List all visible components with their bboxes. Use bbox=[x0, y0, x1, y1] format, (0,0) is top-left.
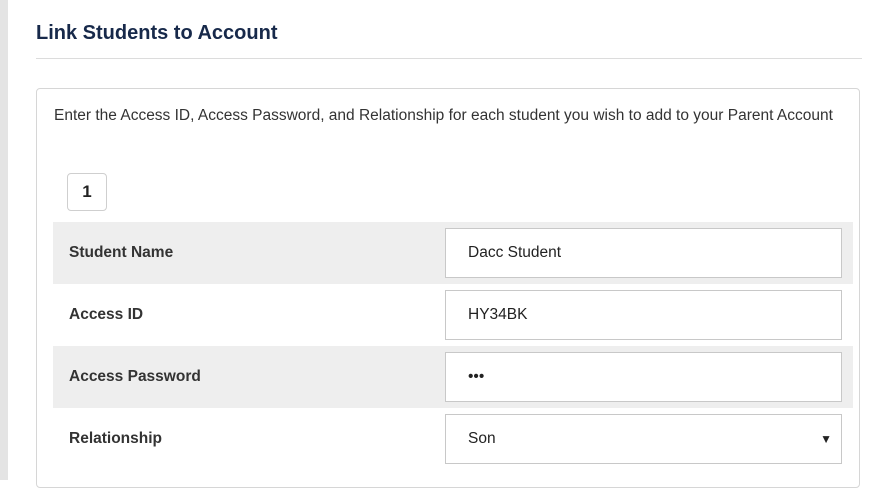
access-id-row: Access ID HY34BK bbox=[53, 284, 853, 346]
relationship-row: Relationship Son ▼ bbox=[53, 408, 853, 470]
relationship-label: Relationship bbox=[69, 430, 163, 447]
student-name-row: Student Name Dacc Student bbox=[53, 222, 853, 284]
student-name-label: Student Name bbox=[69, 244, 174, 261]
student-number-badge: 1 bbox=[67, 173, 107, 211]
link-students-panel: Enter the Access ID, Access Password, an… bbox=[36, 88, 860, 488]
access-password-field[interactable]: ••• bbox=[445, 352, 842, 402]
student-name-field[interactable]: Dacc Student bbox=[445, 228, 842, 278]
access-id-field[interactable]: HY34BK bbox=[445, 290, 842, 340]
instructions-text: Enter the Access ID, Access Password, an… bbox=[54, 107, 833, 124]
student-form: Student Name Dacc Student Access ID HY34… bbox=[53, 222, 853, 470]
chevron-down-icon[interactable]: ▼ bbox=[820, 415, 832, 463]
access-password-label: Access Password bbox=[69, 368, 201, 385]
relationship-select[interactable]: Son ▼ bbox=[445, 414, 842, 464]
page-header: Link Students to Account bbox=[36, 20, 862, 59]
left-border bbox=[0, 0, 8, 480]
relationship-value: Son bbox=[468, 430, 496, 447]
access-id-label: Access ID bbox=[69, 306, 144, 323]
access-password-row: Access Password ••• bbox=[53, 346, 853, 408]
page-title: Link Students to Account bbox=[36, 22, 278, 44]
